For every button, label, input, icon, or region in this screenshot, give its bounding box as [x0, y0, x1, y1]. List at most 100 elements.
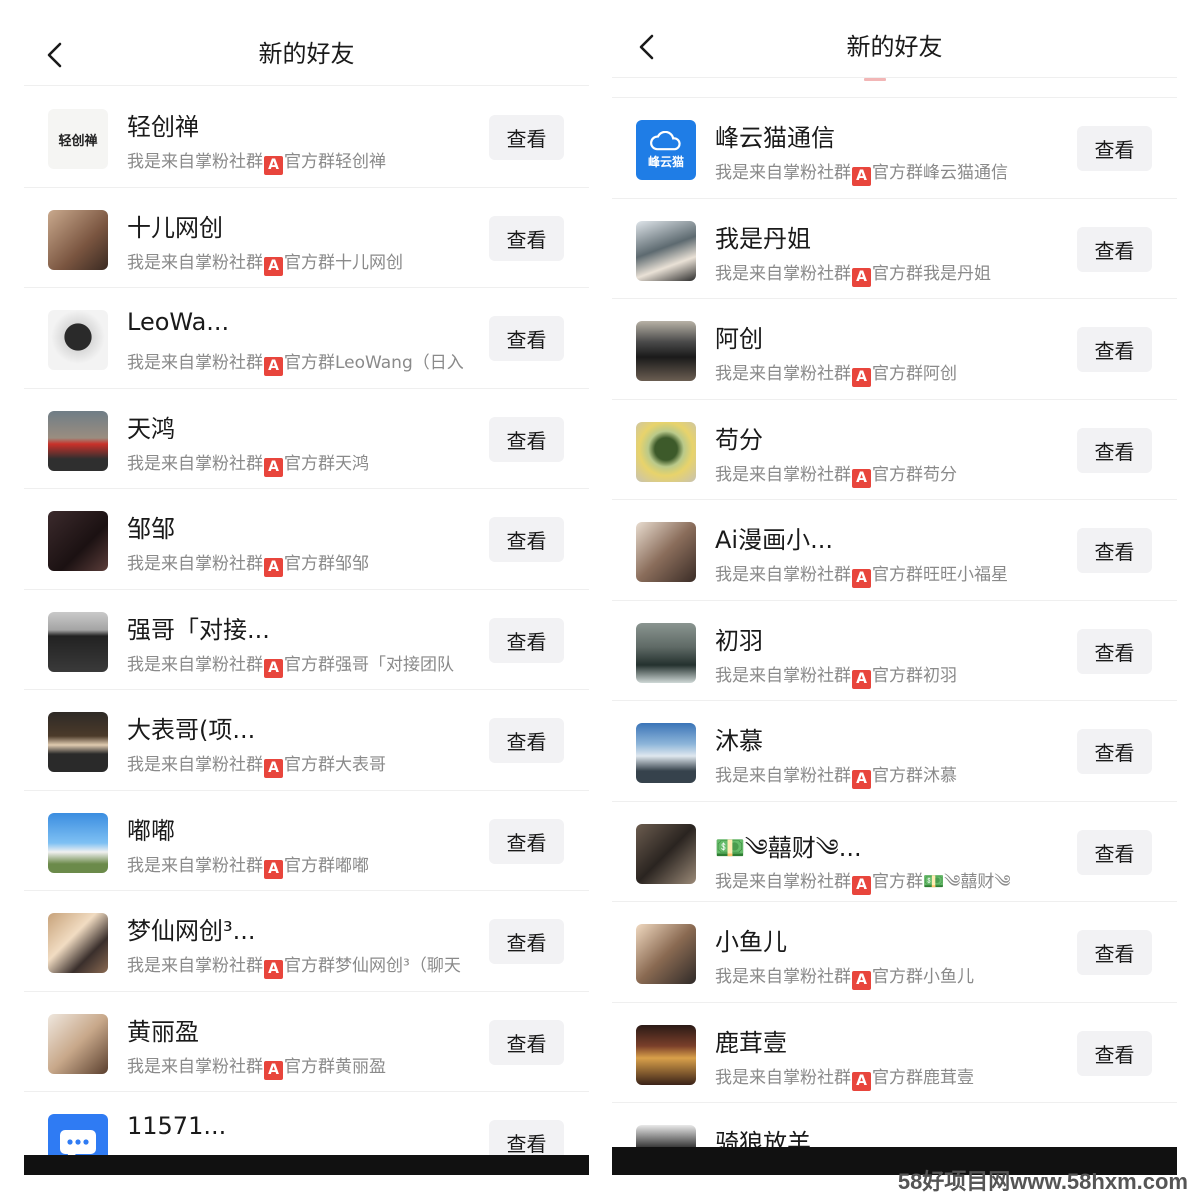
friend-request-row[interactable]: 峰云猫 峰云猫通信 我是来自掌粉社群 A 官方群峰云猫通信 查看: [612, 98, 1177, 199]
avatar[interactable]: [636, 421, 696, 482]
contact-name: 我是丹姐: [715, 224, 811, 253]
request-message: 我是来自掌粉社群 A 官方群旺旺小福星: [715, 565, 1008, 588]
contact-name: Ai漫画小...: [715, 526, 833, 554]
avatar[interactable]: 峰云猫: [636, 120, 696, 180]
friend-request-row[interactable]: 邹邹 我是来自掌粉社群 A 官方群邹邹 查看: [24, 489, 589, 590]
avatar[interactable]: 轻创禅: [48, 109, 108, 169]
contact-name: LeoWa...: [127, 308, 230, 336]
a-badge-icon: A: [264, 558, 283, 577]
friend-request-row[interactable]: 苟分 我是来自掌粉社群 A 官方群苟分 查看: [612, 400, 1177, 500]
view-button[interactable]: 查看: [1077, 628, 1152, 674]
view-button[interactable]: 查看: [1077, 327, 1152, 372]
avatar[interactable]: [636, 723, 696, 783]
request-message: 我是来自掌粉社群 A 官方群鹿茸壹: [715, 1067, 974, 1091]
view-button[interactable]: 查看: [489, 718, 564, 763]
view-button[interactable]: 查看: [489, 215, 564, 261]
avatar[interactable]: [48, 1013, 108, 1074]
request-message: 我是来自掌粉社群 A 官方群沐慕: [715, 766, 957, 789]
friend-request-row[interactable]: 💵༄囍财༄... 我是来自掌粉社群 A 官方群💵༄囍财༄ 查看: [612, 802, 1177, 902]
view-button[interactable]: 查看: [489, 416, 564, 462]
cloud-icon: [650, 130, 681, 150]
view-button[interactable]: 查看: [1077, 930, 1152, 975]
avatar[interactable]: [636, 1024, 696, 1085]
friend-request-row[interactable]: Ai漫画小... 我是来自掌粉社群 A 官方群旺旺小福星 查看: [612, 500, 1177, 601]
view-button[interactable]: 查看: [489, 919, 564, 964]
view-button[interactable]: 查看: [1077, 126, 1152, 171]
contact-name: 强哥「对接...: [127, 615, 270, 644]
view-button[interactable]: 查看: [489, 1019, 564, 1065]
friend-request-row[interactable]: 强哥「对接... 我是来自掌粉社群 A 官方群强哥「对接团队 查看: [24, 590, 589, 690]
friend-request-row[interactable]: 嘟嘟 我是来自掌粉社群 A 官方群嘟嘟 查看: [24, 791, 589, 891]
view-button[interactable]: 查看: [1077, 829, 1152, 875]
page-header: 新的好友: [612, 0, 1177, 81]
contact-name: 峰云猫通信: [715, 124, 835, 152]
view-button[interactable]: 查看: [489, 316, 564, 361]
friend-request-row[interactable]: 十儿网创 我是来自掌粉社群 A 官方群十儿网创 查看: [24, 188, 589, 288]
right-screen: 新的好友 峰云猫 峰云猫通信 我是来自掌粉社群 A 官方群峰云猫通信 查看 我是丹姐…: [612, 0, 1177, 1175]
view-button[interactable]: 查看: [489, 818, 564, 864]
request-message: 我是来自掌粉社群 A 官方群十儿网创: [127, 252, 403, 276]
friend-request-row[interactable]: 我是丹姐 我是来自掌粉社群 A 官方群我是丹姐 查看: [612, 199, 1177, 299]
back-button[interactable]: [632, 32, 662, 62]
contact-name: 大表哥(项...: [127, 716, 256, 744]
request-message: 我是来自掌粉社群 A 官方群轻创禅: [127, 152, 386, 175]
view-button[interactable]: 查看: [489, 115, 564, 160]
friend-request-row[interactable]: 黄丽盈 我是来自掌粉社群 A 官方群黄丽盈 查看: [24, 992, 589, 1092]
friend-request-row[interactable]: 天鸿 我是来自掌粉社群 A 官方群天鸿 查看: [24, 389, 589, 489]
view-button[interactable]: 查看: [1077, 1030, 1152, 1076]
left-screen: 新的好友 轻创禅 轻创禅 我是来自掌粉社群 A 官方群轻创禅 查看 十儿网创 我是来…: [24, 0, 589, 1175]
chevron-left-icon: [47, 42, 62, 68]
avatar[interactable]: [636, 622, 696, 683]
friend-request-row[interactable]: 小鱼儿 我是来自掌粉社群 A 官方群小鱼儿 查看: [612, 902, 1177, 1003]
view-button[interactable]: 查看: [1077, 226, 1152, 272]
view-button[interactable]: 查看: [1077, 528, 1152, 573]
friend-request-row[interactable]: 梦仙网创³... 我是来自掌粉社群 A 官方群梦仙网创³（聊天 查看: [24, 891, 589, 992]
avatar[interactable]: [636, 522, 696, 582]
friend-request-row[interactable]: 轻创禅 轻创禅 我是来自掌粉社群 A 官方群轻创禅 查看: [24, 87, 589, 188]
a-badge-icon: A: [852, 1071, 871, 1091]
contact-name: 黄丽盈: [127, 1017, 199, 1046]
view-button[interactable]: 查看: [1077, 729, 1152, 774]
contact-name: 邹邹: [127, 515, 175, 543]
request-message: 我是来自掌粉社群 A 官方群初羽: [715, 665, 957, 689]
avatar[interactable]: [48, 913, 108, 973]
friend-request-row[interactable]: LeoWa... 我是来自掌粉社群 A 官方群LeoWang（日入 查看: [24, 288, 589, 389]
avatar[interactable]: [48, 410, 108, 471]
avatar[interactable]: [636, 220, 696, 281]
view-button[interactable]: 查看: [489, 617, 564, 663]
contact-name: 阿创: [715, 325, 763, 353]
friend-request-row[interactable]: 沐慕 我是来自掌粉社群 A 官方群沐慕 查看: [612, 701, 1177, 802]
request-message: 我是来自掌粉社群 A 官方群小鱼儿: [715, 967, 974, 990]
contact-name: 嘟嘟: [127, 816, 175, 845]
friend-request-row[interactable]: 大表哥(项... 我是来自掌粉社群 A 官方群大表哥 查看: [24, 690, 589, 791]
avatar[interactable]: [636, 823, 696, 884]
a-badge-icon: A: [264, 357, 283, 376]
back-button[interactable]: [40, 40, 70, 70]
request-message: 我是来自掌粉社群 A 官方群苟分: [715, 464, 957, 488]
friend-request-row[interactable]: 鹿茸壹 我是来自掌粉社群 A 官方群鹿茸壹 查看: [612, 1003, 1177, 1103]
avatar[interactable]: [48, 611, 108, 672]
friend-request-row[interactable]: 阿创 我是来自掌粉社群 A 官方群阿创 查看: [612, 299, 1177, 400]
avatar[interactable]: [636, 924, 696, 984]
contact-name: 小鱼儿: [715, 928, 787, 956]
avatar[interactable]: [48, 310, 108, 370]
avatar[interactable]: [48, 511, 108, 571]
request-message: 我是来自掌粉社群 A 官方群邹邹: [127, 554, 369, 577]
view-button[interactable]: 查看: [1077, 427, 1152, 473]
request-message: 我是来自掌粉社群 A 官方群黄丽盈: [127, 1056, 386, 1080]
friend-request-list: 峰云猫 峰云猫通信 我是来自掌粉社群 A 官方群峰云猫通信 查看 我是丹姐 我是来自…: [612, 97, 1177, 1175]
friend-request-row[interactable]: 初羽 我是来自掌粉社群 A 官方群初羽 查看: [612, 601, 1177, 701]
contact-name: 天鸿: [127, 414, 175, 443]
a-badge-icon: A: [852, 267, 871, 287]
contact-name: 11571...: [127, 1112, 227, 1140]
a-badge-icon: A: [852, 167, 871, 186]
avatar[interactable]: [48, 209, 108, 270]
contact-name: 苟分: [715, 425, 763, 454]
avatar[interactable]: [636, 321, 696, 381]
avatar[interactable]: [48, 712, 108, 772]
page-header: 新的好友: [24, 0, 589, 86]
view-button[interactable]: 查看: [489, 517, 564, 562]
avatar[interactable]: [48, 812, 108, 873]
contact-name: 沐慕: [715, 727, 763, 755]
bottom-bar: [24, 1155, 589, 1175]
